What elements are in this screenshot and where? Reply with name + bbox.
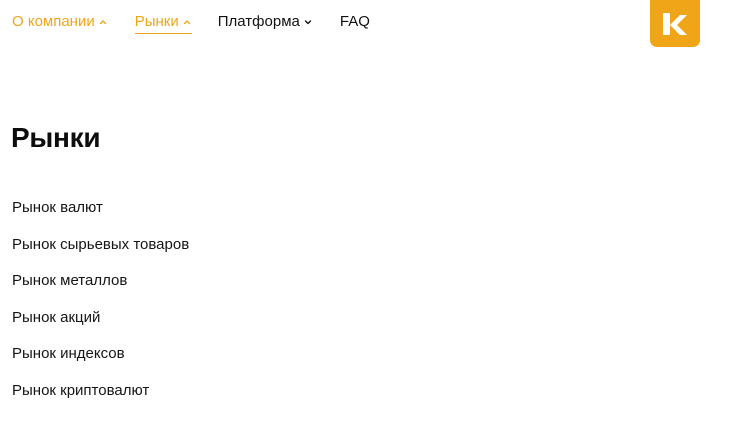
- market-link-currencies[interactable]: Рынок валют: [12, 198, 189, 218]
- nav-item-label: О компании: [12, 13, 95, 30]
- market-link-metals[interactable]: Рынок металлов: [12, 271, 189, 291]
- nav-item-about-company[interactable]: О компании: [12, 12, 108, 32]
- market-link-indices[interactable]: Рынок индексов: [12, 344, 189, 364]
- chevron-down-icon: [303, 17, 313, 27]
- top-navigation: О компании Рынки Платформа FAQ: [12, 12, 370, 34]
- chevron-up-icon: [182, 17, 192, 27]
- nav-item-label: FAQ: [339, 13, 370, 30]
- nav-item-platform[interactable]: Платформа: [218, 12, 313, 32]
- market-link-crypto[interactable]: Рынок криптовалют: [12, 381, 189, 401]
- nav-item-faq[interactable]: FAQ: [340, 12, 370, 32]
- market-link-stocks[interactable]: Рынок акций: [12, 308, 189, 328]
- market-link-commodities[interactable]: Рынок сырьевых товаров: [12, 235, 189, 255]
- page-title: Рынки: [11, 122, 101, 153]
- nav-item-label: Рынки: [134, 13, 179, 30]
- k-logo-icon[interactable]: [650, 0, 700, 47]
- nav-item-markets[interactable]: Рынки: [134, 12, 192, 34]
- chevron-up-icon: [98, 17, 108, 27]
- nav-item-label: Платформа: [217, 13, 300, 30]
- markets-list: Рынок валют Рынок сырьевых товаров Рынок…: [12, 198, 189, 417]
- logo-glyph: [663, 12, 687, 35]
